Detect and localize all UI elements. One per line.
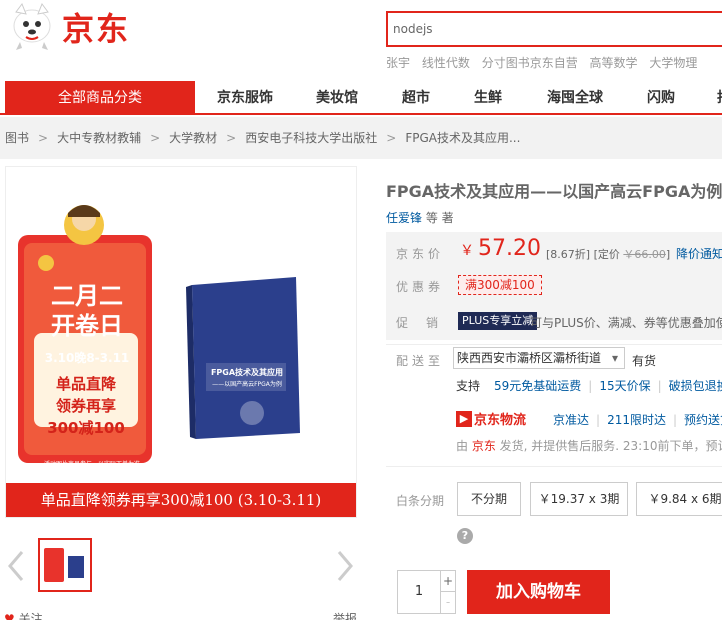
installment-label: 白条分期 bbox=[396, 494, 445, 508]
divider bbox=[386, 344, 722, 345]
currency-symbol: ￥ bbox=[460, 243, 474, 259]
breadcrumb-item[interactable]: 大中专教材教辅 bbox=[57, 131, 141, 145]
hot-word[interactable]: 张宇 bbox=[386, 56, 410, 70]
hot-word[interactable]: 高等数学 bbox=[590, 56, 638, 70]
installment-option-6[interactable]: ￥9.84 x 6期 bbox=[636, 482, 722, 516]
poster-title: 二月二 开卷日 bbox=[51, 281, 123, 340]
product-main-image[interactable]: 二月二 开卷日 3.10晚8-3.11 单品直降 领券再享 300减100 活动… bbox=[5, 166, 357, 518]
coupon-label: 优惠券 bbox=[396, 280, 445, 294]
delivery-address-select[interactable]: 陕西西安市灞桥区灞桥街道 ▾ bbox=[453, 347, 625, 369]
promo-banner: 单品直降领券再享300减100 (3.10-3.11) bbox=[6, 483, 356, 517]
breadcrumb-separator: > bbox=[150, 131, 161, 145]
discount-info: [8.67折] [定价 ￥66.00] bbox=[546, 246, 670, 262]
logistics-link[interactable]: 预约送货 bbox=[684, 413, 722, 427]
breadcrumb-item[interactable]: 图书 bbox=[5, 131, 29, 145]
logistics-link[interactable]: 211限时达 bbox=[607, 413, 666, 427]
list-price-suffix: ] bbox=[665, 248, 671, 261]
list-price-prefix: [定价 bbox=[593, 248, 624, 261]
plus-tag: PLUS专享立减 bbox=[458, 312, 538, 330]
logistics-links: 京准达|211限时达|预约送货 bbox=[553, 411, 722, 428]
poster-footnote: 活动图片商品参与，以实际下单为准 bbox=[43, 461, 140, 468]
ship-from-seller[interactable]: 京东 bbox=[472, 439, 496, 453]
breadcrumb-item[interactable]: FPGA技术及其应用... bbox=[405, 131, 520, 145]
promo-label: 促销 bbox=[396, 316, 457, 330]
add-to-cart-button[interactable]: 加入购物车 bbox=[467, 570, 610, 614]
poster-time: 3.10晚8-3.11 bbox=[44, 351, 130, 365]
hot-word[interactable]: 大学物理 bbox=[649, 56, 697, 70]
nav-item-beauty[interactable]: 美妆馆 bbox=[316, 81, 358, 115]
jd-logistics-logo: ▶ 京东物流 bbox=[456, 409, 527, 428]
services-label: 支持 bbox=[456, 379, 481, 393]
nav-item-flash[interactable]: 闪购 bbox=[647, 81, 675, 115]
product-thumbnail[interactable] bbox=[38, 538, 92, 592]
report-link[interactable]: 举报 bbox=[333, 610, 357, 620]
price-summary: 京东价 ￥ 57.20 [8.67折] [定价 ￥66.00] 降价通知 优惠券 … bbox=[386, 232, 722, 340]
search-input[interactable] bbox=[388, 13, 722, 45]
promo-text: 可与PLUS价、满减、券等优惠叠加使用 bbox=[530, 316, 722, 330]
book-cover-title: FPGA技术及其应用 ——以国产高云FPGA为例 bbox=[210, 368, 284, 388]
price-notice-link[interactable]: 降价通知 bbox=[676, 245, 722, 262]
product-title: FPGA技术及其应用——以国产高云FPGA为例 bbox=[386, 182, 722, 201]
chevron-down-icon: ▾ bbox=[611, 351, 618, 365]
heart-icon: ♥ bbox=[4, 612, 15, 620]
thumb-next-arrow-icon[interactable] bbox=[333, 546, 357, 586]
quantity-plus-button[interactable]: + bbox=[440, 570, 456, 592]
coupon-tag[interactable]: 满300减100 bbox=[458, 275, 542, 295]
breadcrumb-separator: > bbox=[38, 131, 49, 145]
nav-item-fresh[interactable]: 生鲜 bbox=[474, 81, 502, 115]
breadcrumb-separator: > bbox=[386, 131, 397, 145]
stock-status: 有货 bbox=[632, 354, 657, 368]
nav-item-supermarket[interactable]: 超市 bbox=[402, 81, 430, 115]
nav-item-clothing[interactable]: 京东服饰 bbox=[217, 81, 273, 115]
service-links: 支持59元免基础运费|15天价保|破损包退换 bbox=[456, 377, 722, 394]
hot-word[interactable]: 分寸图书京东自营 bbox=[482, 56, 578, 70]
price-number: 57.20 bbox=[478, 236, 541, 261]
installment-option-none[interactable]: 不分期 bbox=[457, 482, 521, 516]
all-categories-button[interactable]: 全部商品分类 bbox=[5, 81, 195, 115]
nav-item-auction[interactable]: 拍 bbox=[717, 81, 722, 115]
main-nav: 全部商品分类 京东服饰 美妆馆 超市 生鲜 海囤全球 闪购 拍 bbox=[0, 81, 722, 115]
breadcrumb-item[interactable]: 西安电子科技大学出版社 bbox=[245, 131, 377, 145]
service-link[interactable]: 59元免基础运费 bbox=[494, 379, 581, 393]
author-suffix: 等 著 bbox=[422, 211, 454, 225]
hot-words: 张宇 线性代数 分寸图书京东自营 高等数学 大学物理 bbox=[386, 54, 705, 71]
divider bbox=[386, 466, 722, 467]
author-link[interactable]: 任爱锋 bbox=[386, 211, 422, 225]
follow-label: 关注 bbox=[18, 612, 43, 620]
author-line: 任爱锋 等 著 bbox=[386, 209, 454, 226]
logistics-name: 京东物流 bbox=[474, 413, 527, 428]
service-link[interactable]: 破损包退换 bbox=[669, 379, 722, 393]
quantity-input[interactable]: 1 bbox=[397, 570, 441, 614]
follow-button[interactable]: ♥ 关注 bbox=[4, 610, 43, 620]
thumb-prev-arrow-icon[interactable] bbox=[4, 546, 28, 586]
quantity-minus-button[interactable]: - bbox=[440, 591, 456, 614]
price-value: ￥ 57.20 bbox=[460, 236, 541, 261]
nav-item-global[interactable]: 海囤全球 bbox=[547, 81, 603, 115]
breadcrumb-item[interactable]: 大学教材 bbox=[169, 131, 217, 145]
installment-option-3[interactable]: ￥19.37 x 3期 bbox=[530, 482, 628, 516]
ship-from-suffix: 发货, 并提供售后服务. 23:10前下单，预计 bbox=[495, 439, 722, 453]
delivery-label: 配送至 bbox=[396, 354, 445, 368]
poster-promo-lines: 单品直降 领券再享 300减100 bbox=[47, 375, 125, 437]
price-label: 京东价 bbox=[396, 247, 445, 261]
help-icon[interactable]: ? bbox=[457, 528, 473, 544]
delivery-address: 陕西西安市灞桥区灞桥街道 bbox=[457, 351, 602, 365]
logistics-icon: ▶ bbox=[456, 410, 472, 427]
breadcrumb: 图书 > 大中专教材教辅 > 大学教材 > 西安电子科技大学出版社 > FPGA技术及其应用..… bbox=[0, 117, 722, 159]
breadcrumb-separator: > bbox=[226, 131, 237, 145]
jd-logo-text[interactable]: 京东 bbox=[62, 4, 130, 50]
jd-mascot-logo[interactable] bbox=[6, 2, 58, 52]
logistics-link[interactable]: 京准达 bbox=[553, 413, 589, 427]
ship-from-info: 由 京东 发货, 并提供售后服务. 23:10前下单，预计 bbox=[456, 437, 722, 454]
discount-rate: [8.67折] bbox=[546, 248, 591, 261]
search-box[interactable] bbox=[386, 11, 722, 47]
service-link[interactable]: 15天价保 bbox=[599, 379, 650, 393]
list-price: ￥66.00 bbox=[623, 248, 666, 261]
hot-word[interactable]: 线性代数 bbox=[422, 56, 470, 70]
ship-from-prefix: 由 bbox=[456, 439, 472, 453]
